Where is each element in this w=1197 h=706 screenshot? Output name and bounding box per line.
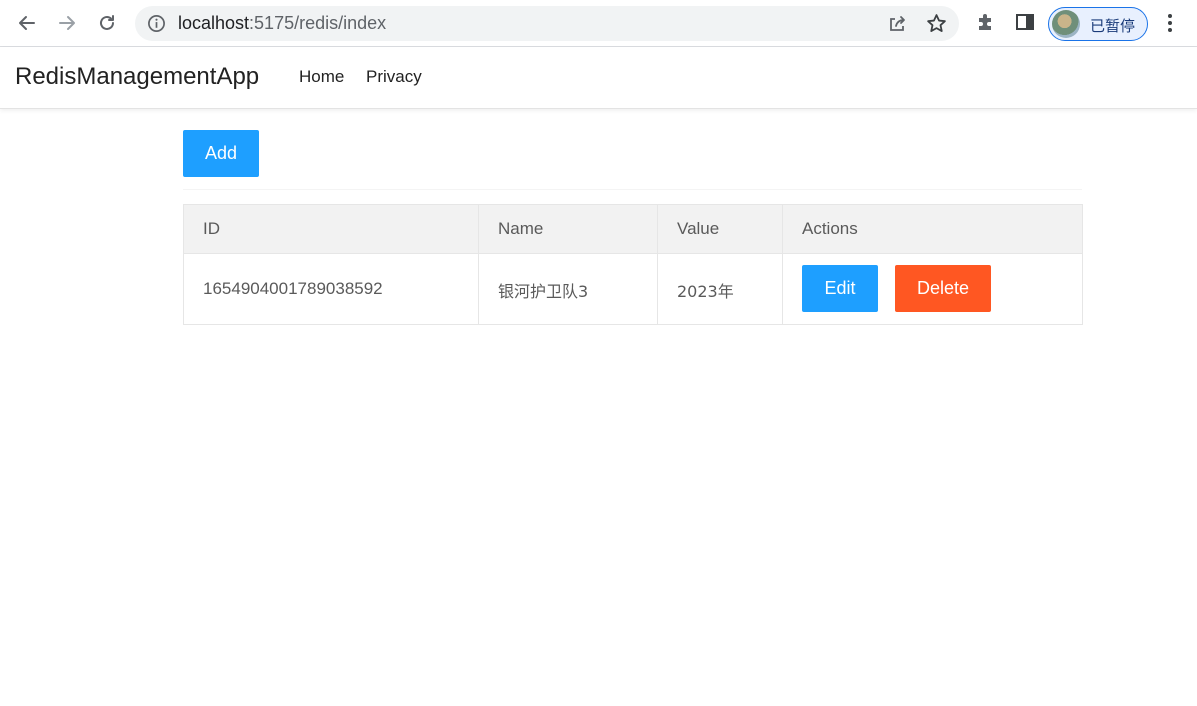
header-id: ID xyxy=(203,219,220,238)
profile-button[interactable]: 已暂停 xyxy=(1048,7,1148,41)
share-icon[interactable] xyxy=(887,14,907,34)
reload-icon xyxy=(100,15,114,30)
divider xyxy=(183,189,1082,190)
url-host: localhost xyxy=(178,13,250,33)
edit-button[interactable]: Edit xyxy=(802,265,878,312)
data-table: ID Name Value Actions 165490400178903859… xyxy=(183,204,1083,325)
back-button[interactable] xyxy=(12,8,42,38)
delete-button[interactable]: Delete xyxy=(895,265,991,312)
cell-value: 2023年 xyxy=(677,282,734,301)
avatar xyxy=(1052,10,1080,38)
url-text[interactable]: localhost:5175/redis/index xyxy=(178,13,386,34)
bookmark-star-icon[interactable] xyxy=(926,13,947,34)
address-bar[interactable]: localhost:5175/redis/index xyxy=(135,6,959,41)
column-divider xyxy=(478,205,479,324)
site-info-icon[interactable] xyxy=(147,14,166,33)
browser-toolbar: localhost:5175/redis/index 已暂停 xyxy=(0,0,1197,47)
header-name: Name xyxy=(498,219,544,238)
forward-button[interactable] xyxy=(52,8,82,38)
reload-button[interactable] xyxy=(92,8,122,38)
app-navbar: RedisManagementApp Home Privacy xyxy=(0,47,1197,109)
nav-link-home[interactable]: Home xyxy=(299,67,344,87)
add-button[interactable]: Add xyxy=(183,130,259,177)
table-header: ID Name Value Actions xyxy=(184,205,1082,254)
cell-name: 银河护卫队3 xyxy=(498,282,589,301)
brand-link[interactable]: RedisManagementApp xyxy=(15,63,259,91)
more-menu-icon[interactable] xyxy=(1160,12,1180,34)
back-arrow-icon xyxy=(19,16,35,30)
column-divider xyxy=(782,205,783,324)
header-value: Value xyxy=(677,219,720,238)
nav-link-privacy[interactable]: Privacy xyxy=(366,67,422,87)
column-divider xyxy=(657,205,658,324)
url-path: :5175/redis/index xyxy=(249,13,387,33)
side-panel-icon[interactable] xyxy=(1015,12,1035,32)
header-actions: Actions xyxy=(802,219,858,238)
extensions-puzzle-icon[interactable] xyxy=(975,11,997,33)
forward-arrow-icon xyxy=(59,16,75,30)
cell-id: 1654904001789038592 xyxy=(203,279,383,298)
profile-status-label: 已暂停 xyxy=(1090,17,1136,35)
